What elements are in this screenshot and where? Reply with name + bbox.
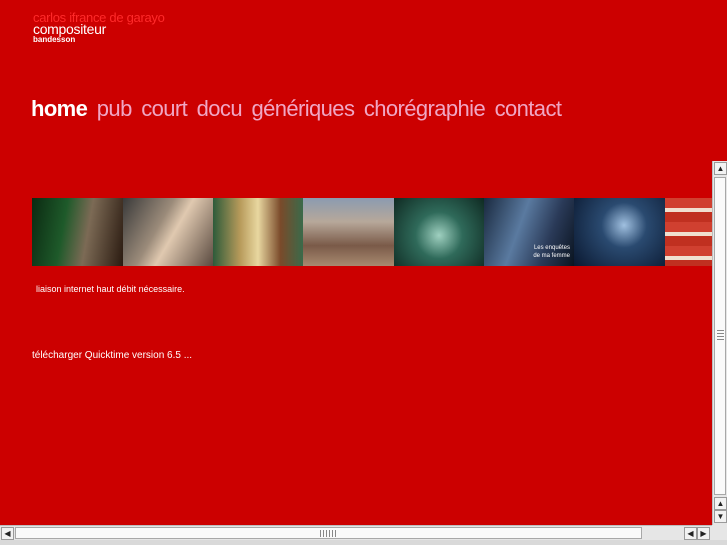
film-frame-3[interactable] — [213, 198, 303, 266]
nav-docu[interactable]: docu — [197, 96, 243, 121]
film-frame-5[interactable] — [394, 198, 484, 266]
site-subtitle: bandesson — [33, 35, 76, 44]
nav-pub[interactable]: pub — [97, 96, 133, 121]
scroll-up-button[interactable]: ▲ — [714, 162, 727, 175]
film-frame-8[interactable] — [665, 198, 712, 266]
nav-choregraphie[interactable]: chorégraphie — [364, 96, 486, 121]
nav-generiques[interactable]: génériques — [251, 96, 354, 121]
scroll-left-step-button[interactable]: ◀ — [684, 527, 697, 540]
film-frame-1[interactable] — [32, 198, 123, 266]
scrollbar-corner — [712, 525, 727, 540]
nav-contact[interactable]: contact — [495, 96, 562, 121]
scroll-right-button[interactable]: ▶ — [697, 527, 710, 540]
video-filmstrip[interactable]: Les enquêtes de ma femme — [32, 198, 712, 266]
film-frame-4[interactable] — [303, 198, 394, 266]
window-bottom-edge — [0, 540, 727, 545]
bandwidth-notice: liaison internet haut débit nécessaire. — [36, 284, 185, 294]
film-caption: Les enquêtes de ma femme — [533, 245, 570, 259]
scroll-down-step-button[interactable]: ▲ — [714, 497, 727, 510]
scroll-left-button[interactable]: ◀ — [1, 527, 14, 540]
nav-court[interactable]: court — [141, 96, 188, 121]
grip-icon — [320, 530, 336, 537]
horizontal-scrollbar[interactable]: ◀ ◀ ▶ — [0, 525, 712, 540]
main-nav: home pub court docu génériques chorégrap… — [31, 96, 565, 122]
film-frame-6[interactable]: Les enquêtes de ma femme — [484, 198, 574, 266]
vertical-scroll-thumb[interactable] — [714, 177, 726, 495]
download-quicktime-link[interactable]: télécharger Quicktime version 6.5 ... — [32, 350, 192, 361]
vertical-scrollbar[interactable]: ▲ ▲ ▼ — [712, 161, 727, 525]
horizontal-scroll-thumb[interactable] — [15, 527, 642, 539]
scroll-down-button[interactable]: ▼ — [714, 510, 727, 523]
film-frame-7[interactable] — [574, 198, 665, 266]
grip-icon — [717, 330, 724, 342]
nav-home[interactable]: home — [31, 96, 88, 121]
film-frame-2[interactable] — [123, 198, 213, 266]
